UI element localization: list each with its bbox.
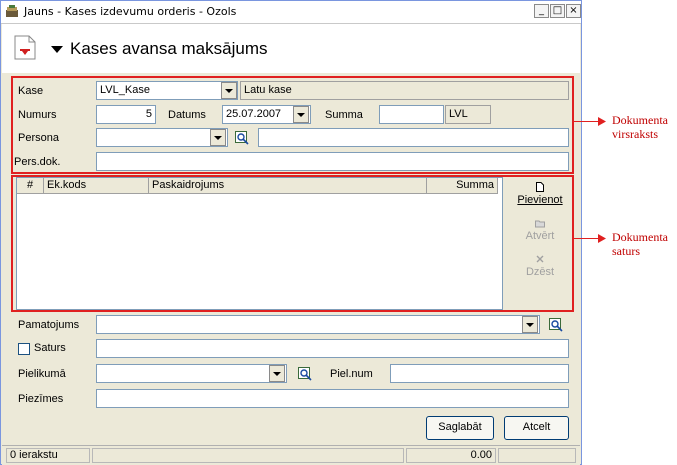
header-annotation: Dokumenta virsraksts [612, 113, 668, 141]
document-header: Kases avansa maksājums [2, 24, 580, 73]
header-annotation-line2: virsraksts [612, 127, 658, 141]
cancel-button[interactable]: Atcelt [504, 416, 569, 440]
header-highlight-box [11, 76, 574, 174]
pielikuma-lookup-icon[interactable] [298, 367, 312, 381]
status-panel-middle [92, 448, 404, 463]
pamatojums-lookup-icon[interactable] [549, 318, 563, 332]
saturs-label: Saturs [34, 342, 66, 354]
content-annotation: Dokumenta saturs [612, 230, 668, 258]
minimize-button[interactable]: _ [534, 4, 549, 18]
close-icon: × [569, 5, 578, 16]
app-icon [6, 5, 18, 17]
header-annotation-line1: Dokumenta [612, 113, 668, 127]
minimize-icon: _ [539, 5, 544, 16]
status-bar: 0 ierakstu 0.00 [2, 445, 580, 465]
close-button[interactable]: × [566, 4, 581, 18]
window-title: Jauns - Kases izdevumu orderis - Ozols [24, 5, 237, 18]
header-dropdown-icon[interactable] [51, 46, 63, 53]
saturs-checkbox[interactable] [18, 343, 30, 355]
content-annotation-arrowhead [598, 234, 606, 243]
piezimes-field[interactable] [96, 389, 569, 408]
total-amount: 0.00 [406, 448, 496, 463]
content-annotation-line1: Dokumenta [612, 230, 668, 244]
pamatojums-label: Pamatojums [18, 319, 80, 331]
piezimes-label: Piezīmes [18, 393, 64, 405]
pielikuma-dropdown-icon[interactable] [269, 365, 285, 382]
pielnum-label: Piel.num [330, 368, 373, 380]
pielikuma-select[interactable] [96, 364, 287, 383]
save-button[interactable]: Saglabāt [426, 416, 494, 440]
document-icon [14, 35, 36, 60]
title-bar[interactable]: Jauns - Kases izdevumu orderis - Ozols _… [1, 1, 581, 24]
pielnum-field[interactable] [390, 364, 569, 383]
page-title: Kases avansa maksājums [70, 39, 268, 58]
content-annotation-line2: saturs [612, 244, 640, 258]
status-panel-right [498, 448, 576, 463]
content-highlight-box [11, 175, 574, 312]
pamatojums-select[interactable] [96, 315, 540, 334]
pamatojums-dropdown-icon[interactable] [522, 316, 538, 333]
record-count: 0 ierakstu [6, 448, 90, 463]
app-window: Jauns - Kases izdevumu orderis - Ozols _… [0, 0, 582, 465]
header-annotation-arrowhead [598, 117, 606, 126]
saturs-field[interactable] [96, 339, 569, 358]
maximize-icon: □ [552, 5, 563, 16]
pielikuma-label: Pielikumā [18, 368, 66, 380]
maximize-button[interactable]: □ [550, 4, 565, 18]
